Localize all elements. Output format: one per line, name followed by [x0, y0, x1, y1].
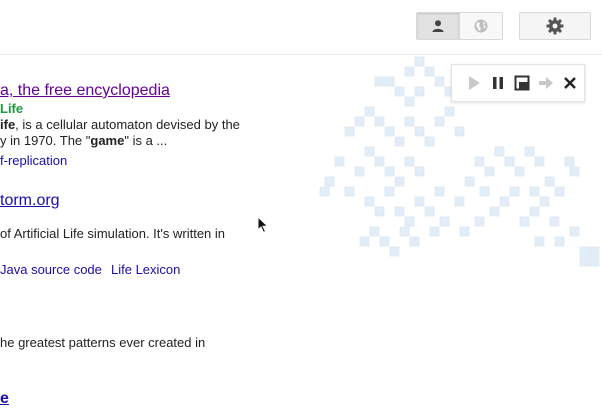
snippet-text: , is a cellular automaton devised by the: [15, 117, 240, 132]
close-button[interactable]: [560, 72, 580, 94]
snippet-text: y in 1970. The ": [0, 133, 91, 148]
pause-button[interactable]: [488, 72, 508, 94]
result-title-wikipedia[interactable]: a, the free encyclopedia: [0, 82, 170, 100]
globe-icon: [474, 19, 488, 33]
result-url: Life: [0, 101, 24, 116]
result-title-partial[interactable]: e: [0, 390, 9, 408]
gear-icon: [546, 17, 564, 35]
result-sitelink[interactable]: f-replication: [0, 153, 67, 168]
mouse-cursor-icon: [257, 216, 269, 234]
top-toolbar: [0, 0, 602, 55]
person-icon: [432, 20, 444, 32]
result-snippet: he greatest patterns ever created in: [0, 335, 206, 350]
step-forward-icon: [539, 77, 553, 89]
snippet-text: " is a ...: [124, 133, 168, 148]
window-mode-button[interactable]: [512, 72, 532, 94]
result-sitelink-life-lexicon[interactable]: Life Lexicon: [111, 262, 180, 277]
result-sitelink-java-source[interactable]: Java source code: [0, 262, 102, 277]
close-icon: [564, 77, 576, 89]
play-button[interactable]: [464, 72, 484, 94]
window-icon: [514, 75, 530, 91]
play-icon: [469, 76, 480, 90]
step-forward-button[interactable]: [536, 72, 556, 94]
world-results-button[interactable]: [459, 13, 502, 39]
result-snippet: y in 1970. The "game" is a ...: [0, 133, 167, 149]
settings-button[interactable]: [519, 12, 591, 40]
view-toggle: [416, 12, 503, 40]
result-title-torm[interactable]: torm.org: [0, 192, 60, 210]
pause-icon: [493, 77, 503, 89]
snippet-bold: game: [90, 133, 125, 148]
snippet-bold: ife: [0, 117, 16, 132]
personal-results-button[interactable]: [417, 13, 459, 39]
result-snippet: ife, is a cellular automaton devised by …: [0, 117, 240, 133]
result-snippet: of Artificial Life simulation. It's writ…: [0, 226, 226, 241]
media-player-controls: [451, 64, 585, 102]
